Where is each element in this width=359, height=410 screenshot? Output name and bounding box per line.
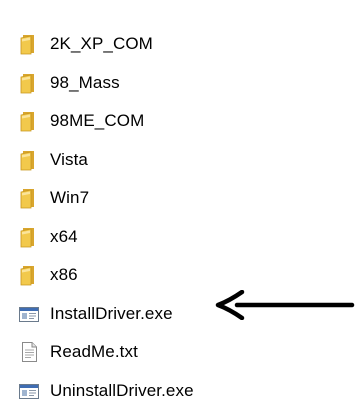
folder-icon <box>18 72 40 94</box>
folder-icon <box>18 264 40 286</box>
executable-icon <box>18 380 40 402</box>
file-name: x64 <box>50 227 78 247</box>
file-name: Vista <box>50 150 88 170</box>
file-name: Win7 <box>50 188 89 208</box>
file-item-win7[interactable]: Win7 <box>16 179 356 218</box>
file-item-98me-com[interactable]: 98ME_COM <box>16 102 356 141</box>
file-name: 98ME_COM <box>50 111 144 131</box>
file-name: 98_Mass <box>50 73 120 93</box>
file-item-x64[interactable]: x64 <box>16 218 356 257</box>
file-name: UninstallDriver.exe <box>50 381 194 401</box>
file-item-vista[interactable]: Vista <box>16 141 356 180</box>
folder-icon <box>18 110 40 132</box>
folder-icon <box>18 187 40 209</box>
executable-icon <box>18 303 40 325</box>
arrow-left-icon <box>215 290 355 320</box>
folder-icon <box>18 33 40 55</box>
folder-icon <box>18 226 40 248</box>
file-item-uninstall-driver[interactable]: UninstallDriver.exe <box>16 372 356 410</box>
folder-icon <box>18 149 40 171</box>
file-item-readme[interactable]: ReadMe.txt <box>16 333 356 372</box>
file-item-98-mass[interactable]: 98_Mass <box>16 64 356 103</box>
file-name: ReadMe.txt <box>50 342 138 362</box>
file-name: 2K_XP_COM <box>50 34 153 54</box>
file-item-2k-xp-com[interactable]: 2K_XP_COM <box>16 25 356 64</box>
file-name: InstallDriver.exe <box>50 304 173 324</box>
file-list: 2K_XP_COM 98_Mass 98ME_COM <box>16 25 356 410</box>
file-item-x86[interactable]: x86 <box>16 256 356 295</box>
file-name: x86 <box>50 265 78 285</box>
text-file-icon <box>18 341 40 363</box>
